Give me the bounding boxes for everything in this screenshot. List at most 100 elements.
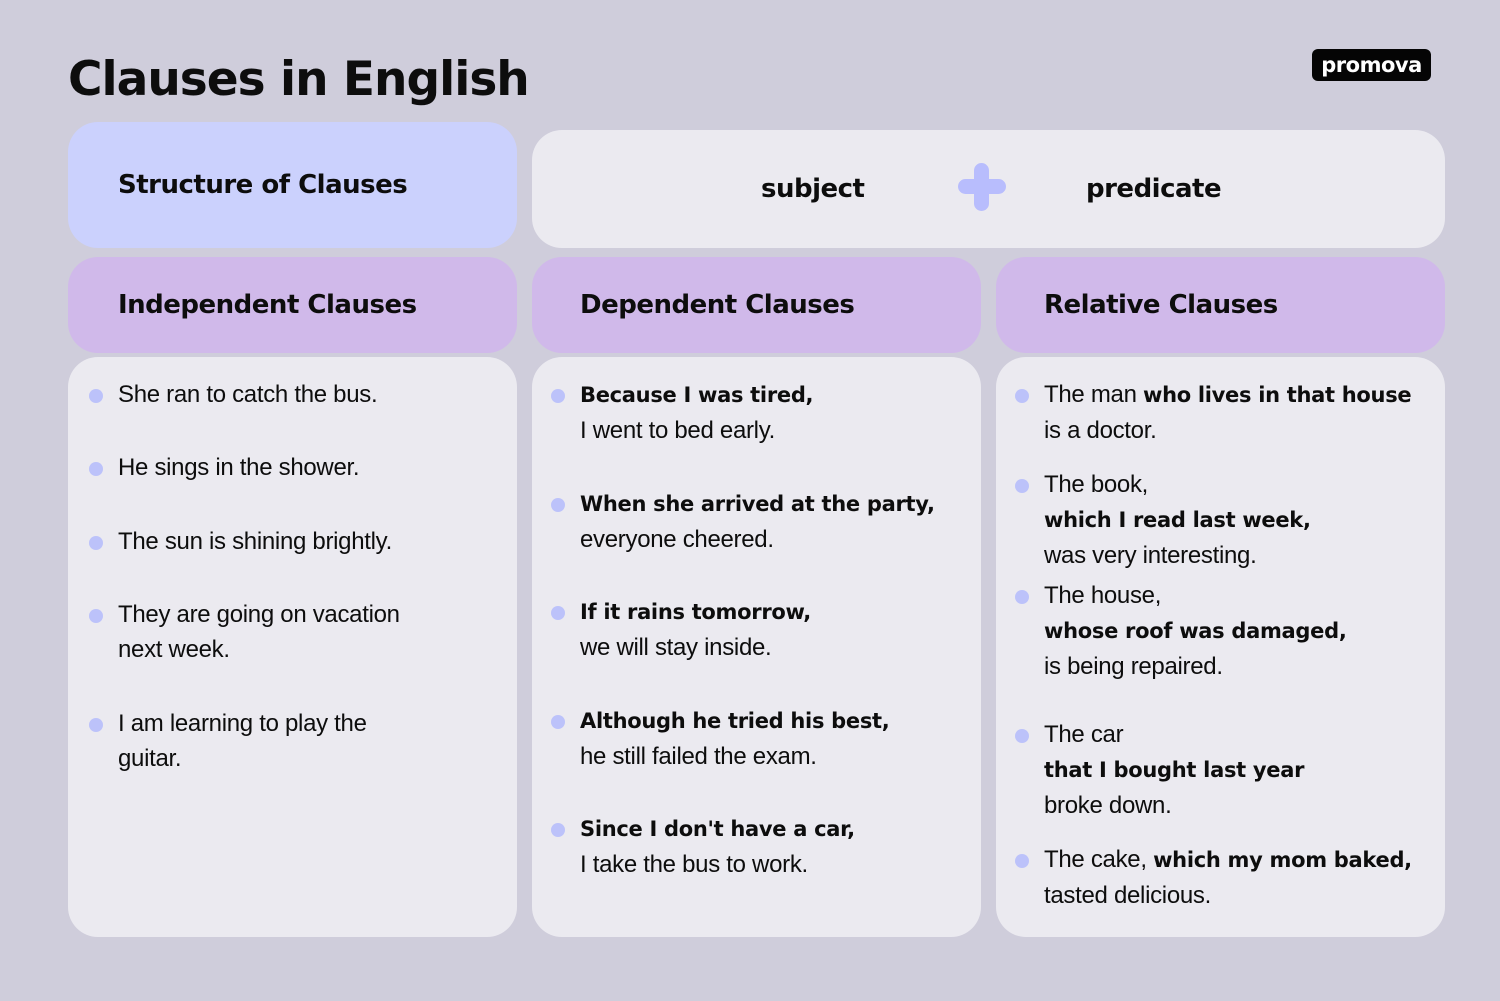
clause-highlight: If it rains tomorrow, xyxy=(580,600,811,624)
plain-text: broke down. xyxy=(1044,792,1172,819)
example-item: The book, which I read last week, was very… xyxy=(1015,467,1425,573)
plain-text: I am learning to play the xyxy=(118,710,367,737)
example-line: I take the bus to work. xyxy=(580,847,961,882)
example-line: I am learning to play the xyxy=(118,706,497,741)
example-line: was very interesting. xyxy=(1044,538,1425,573)
example-line: The car xyxy=(1044,717,1425,752)
example-line: The man who lives in that house xyxy=(1044,377,1425,413)
plain-text: He sings in the shower. xyxy=(118,454,360,481)
plain-text: The man xyxy=(1044,381,1143,408)
bullet-icon xyxy=(89,462,103,476)
independent-clauses-header: Independent Clauses xyxy=(68,257,517,353)
plain-text: The house, xyxy=(1044,582,1162,609)
plain-text: is being repaired. xyxy=(1044,653,1223,680)
example-item: When she arrived at the party, everyone c… xyxy=(551,486,961,557)
example-line: Because I was tired, xyxy=(580,377,961,413)
example-line: If it rains tomorrow, xyxy=(580,594,961,630)
example-item: The man who lives in that house is a doct… xyxy=(1015,377,1425,448)
example-item: He sings in the shower. xyxy=(89,450,497,485)
relative-clauses-list: The man who lives in that house is a doct… xyxy=(996,357,1445,937)
plain-text: The book, xyxy=(1044,471,1149,498)
bullet-icon xyxy=(551,715,565,729)
bullet-icon xyxy=(1015,590,1029,604)
clause-highlight: whose roof was damaged, xyxy=(1044,619,1347,643)
structure-heading: Structure of Clauses xyxy=(118,170,408,200)
example-line: She ran to catch the bus. xyxy=(118,377,497,412)
example-item: The house, whose roof was damaged, is bein… xyxy=(1015,578,1425,684)
example-line: is a doctor. xyxy=(1044,413,1425,448)
plain-text: She ran to catch the bus. xyxy=(118,381,378,408)
example-line: next week. xyxy=(118,632,497,667)
page-title: Clauses in English xyxy=(68,52,530,107)
example-item: The sun is shining brightly. xyxy=(89,524,497,559)
plus-icon xyxy=(958,163,1006,211)
example-line: that I bought last year xyxy=(1044,752,1425,788)
bullet-icon xyxy=(89,536,103,550)
clause-highlight: Since I don't have a car, xyxy=(580,817,855,841)
plain-text: They are going on vacation xyxy=(118,601,400,628)
bullet-icon xyxy=(89,389,103,403)
example-item: If it rains tomorrow, we will stay inside… xyxy=(551,594,961,665)
example-line: I went to bed early. xyxy=(580,413,961,448)
bullet-icon xyxy=(551,389,565,403)
promova-logo: promova xyxy=(1312,49,1431,81)
clause-highlight: that I bought last year xyxy=(1044,758,1305,782)
plain-text: next week. xyxy=(118,636,230,663)
example-item: Although he tried his best, he still fail… xyxy=(551,703,961,774)
structure-card: Structure of Clauses xyxy=(68,122,517,248)
example-line: broke down. xyxy=(1044,788,1425,823)
plain-text: The car xyxy=(1044,721,1124,748)
example-line: everyone cheered. xyxy=(580,522,961,557)
example-line: we will stay inside. xyxy=(580,630,961,665)
plain-text: he still failed the exam. xyxy=(580,743,817,770)
example-item: Since I don't have a car, I take the bus … xyxy=(551,811,961,882)
clause-highlight: which my mom baked, xyxy=(1153,848,1412,872)
column-heading: Independent Clauses xyxy=(118,290,417,320)
plain-text: I went to bed early. xyxy=(580,417,776,444)
bullet-icon xyxy=(551,498,565,512)
plain-text: we will stay inside. xyxy=(580,634,772,661)
bullet-icon xyxy=(1015,854,1029,868)
bullet-icon xyxy=(89,609,103,623)
plain-text: was very interesting. xyxy=(1044,542,1257,569)
example-line: Since I don't have a car, xyxy=(580,811,961,847)
example-line: tasted delicious. xyxy=(1044,878,1425,913)
example-item: They are going on vacation next week. xyxy=(89,597,497,667)
column-heading: Relative Clauses xyxy=(1044,290,1278,320)
clause-highlight: Because I was tired, xyxy=(580,383,814,407)
example-line: guitar. xyxy=(118,741,497,776)
plain-text: is a doctor. xyxy=(1044,417,1157,444)
example-item: The car that I bought last year broke down… xyxy=(1015,717,1425,823)
plain-text: The cake, xyxy=(1044,846,1154,873)
plain-text: tasted delicious. xyxy=(1044,882,1212,909)
example-line: He sings in the shower. xyxy=(118,450,497,485)
clause-highlight: Although he tried his best, xyxy=(580,709,890,733)
example-line: The cake, which my mom baked, xyxy=(1044,842,1425,878)
clause-highlight: who lives in that house xyxy=(1142,383,1412,407)
example-line: The sun is shining brightly. xyxy=(118,524,497,559)
example-item: She ran to catch the bus. xyxy=(89,377,497,412)
clause-highlight: When she arrived at the party, xyxy=(580,492,935,516)
example-line: whose roof was damaged, xyxy=(1044,613,1425,649)
relative-clauses-header: Relative Clauses xyxy=(996,257,1445,353)
independent-clauses-list: She ran to catch the bus. He sings in the… xyxy=(68,357,517,937)
example-item: I am learning to play the guitar. xyxy=(89,706,497,776)
example-line: They are going on vacation xyxy=(118,597,497,632)
bullet-icon xyxy=(551,823,565,837)
bullet-icon xyxy=(1015,729,1029,743)
example-line: which I read last week, xyxy=(1044,502,1425,538)
column-heading: Dependent Clauses xyxy=(580,290,855,320)
clause-highlight: which I read last week, xyxy=(1044,508,1311,532)
example-line: The book, xyxy=(1044,467,1425,502)
plain-text: The sun is shining brightly. xyxy=(118,528,392,555)
predicate-label: predicate xyxy=(1086,174,1222,204)
clause-formula-card: subject predicate xyxy=(532,130,1445,248)
plain-text: guitar. xyxy=(118,745,182,772)
bullet-icon xyxy=(551,606,565,620)
dependent-clauses-list: Because I was tired, I went to bed early.… xyxy=(532,357,981,937)
bullet-icon xyxy=(89,718,103,732)
example-item: Because I was tired, I went to bed early. xyxy=(551,377,961,448)
bullet-icon xyxy=(1015,389,1029,403)
example-item: The cake, which my mom baked, tasted deli… xyxy=(1015,842,1425,913)
example-line: Although he tried his best, xyxy=(580,703,961,739)
